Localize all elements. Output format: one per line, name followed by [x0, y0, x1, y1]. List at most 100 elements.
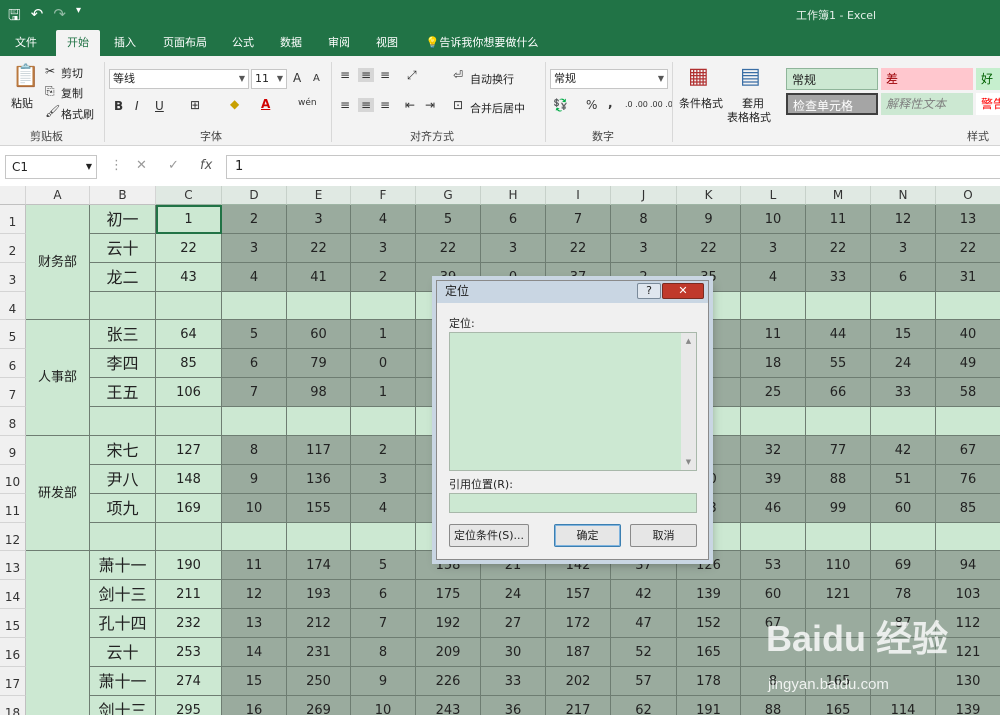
- data-cell[interactable]: 13: [222, 609, 287, 638]
- data-cell[interactable]: 88: [741, 696, 806, 715]
- redo-icon[interactable]: ↷: [53, 5, 66, 30]
- data-cell[interactable]: 33: [871, 378, 936, 407]
- align-center-icon[interactable]: ≡: [358, 98, 375, 112]
- data-cell[interactable]: [222, 523, 287, 551]
- data-cell[interactable]: 12: [871, 205, 936, 234]
- name-cell[interactable]: 剑十三: [90, 580, 156, 609]
- data-cell[interactable]: 155: [287, 494, 351, 523]
- name-cell[interactable]: [90, 292, 156, 320]
- tab-view[interactable]: 视图: [372, 30, 402, 56]
- data-cell[interactable]: 212: [287, 609, 351, 638]
- column-header[interactable]: N: [871, 186, 936, 205]
- name-cell[interactable]: [90, 407, 156, 436]
- customize-qat-icon[interactable]: ▾: [76, 5, 81, 30]
- data-cell[interactable]: 243: [416, 696, 481, 715]
- goto-list[interactable]: ▲ ▼: [449, 332, 697, 471]
- data-cell[interactable]: 46: [741, 494, 806, 523]
- data-cell[interactable]: 79: [287, 349, 351, 378]
- conditional-format-icon[interactable]: ▦: [688, 64, 709, 89]
- help-button[interactable]: ?: [637, 283, 661, 299]
- comma-button[interactable]: ,: [608, 96, 613, 110]
- data-cell[interactable]: 18: [741, 349, 806, 378]
- conditional-format-button[interactable]: 条件格式: [679, 95, 723, 111]
- wrap-text-icon[interactable]: ⏎: [453, 68, 463, 82]
- data-cell[interactable]: 191: [677, 696, 741, 715]
- data-cell[interactable]: 178: [677, 667, 741, 696]
- data-cell[interactable]: 121: [806, 580, 871, 609]
- data-cell[interactable]: 5: [351, 551, 416, 580]
- tab-formulas[interactable]: 公式: [228, 30, 258, 56]
- row-header[interactable]: 10: [0, 465, 26, 494]
- data-cell[interactable]: 269: [287, 696, 351, 715]
- row-header[interactable]: 1: [0, 205, 26, 234]
- data-cell[interactable]: 4: [222, 263, 287, 292]
- data-cell[interactable]: 165: [677, 638, 741, 667]
- row-header[interactable]: 12: [0, 523, 26, 551]
- number-format-select[interactable]: 常规 ▼: [550, 69, 668, 89]
- data-cell[interactable]: 193: [287, 580, 351, 609]
- font-size-select[interactable]: 11 ▼: [251, 69, 287, 89]
- data-cell[interactable]: 43: [156, 263, 222, 292]
- data-cell[interactable]: 27: [481, 609, 546, 638]
- font-name-select[interactable]: 等线 ▼: [109, 69, 249, 89]
- data-cell[interactable]: 22: [936, 234, 1000, 263]
- shrink-font-icon[interactable]: A: [313, 73, 320, 84]
- data-cell[interactable]: 11: [222, 551, 287, 580]
- data-cell[interactable]: 9: [351, 667, 416, 696]
- style-bad[interactable]: 差: [881, 68, 973, 90]
- data-cell[interactable]: 66: [806, 378, 871, 407]
- bold-button[interactable]: B: [114, 99, 123, 113]
- data-cell[interactable]: 139: [936, 696, 1000, 715]
- data-cell[interactable]: 60: [741, 580, 806, 609]
- data-cell[interactable]: 22: [677, 234, 741, 263]
- data-cell[interactable]: 1: [351, 378, 416, 407]
- data-cell[interactable]: 52: [611, 638, 677, 667]
- row-header[interactable]: 14: [0, 580, 26, 609]
- data-cell[interactable]: 1: [351, 320, 416, 349]
- data-cell[interactable]: 39: [741, 465, 806, 494]
- data-cell[interactable]: 8: [351, 638, 416, 667]
- data-cell[interactable]: 94: [936, 551, 1000, 580]
- currency-icon[interactable]: 💱: [553, 98, 568, 112]
- name-cell[interactable]: 龙二: [90, 263, 156, 292]
- data-cell[interactable]: [156, 292, 222, 320]
- scroll-up-icon[interactable]: ▲: [681, 337, 696, 345]
- column-header[interactable]: E: [287, 186, 351, 205]
- percent-button[interactable]: %: [586, 98, 597, 112]
- data-cell[interactable]: 53: [741, 551, 806, 580]
- data-cell[interactable]: [287, 292, 351, 320]
- row-header[interactable]: 4: [0, 292, 26, 320]
- row-header[interactable]: 8: [0, 407, 26, 436]
- cancel-icon[interactable]: ✕: [136, 158, 147, 173]
- list-scrollbar[interactable]: ▲ ▼: [681, 333, 696, 470]
- tab-home[interactable]: 开始: [56, 30, 100, 56]
- name-cell[interactable]: 王五: [90, 378, 156, 407]
- data-cell[interactable]: 0: [351, 349, 416, 378]
- name-cell[interactable]: 剑十三: [90, 696, 156, 715]
- enter-icon[interactable]: ✓: [168, 158, 179, 173]
- orientation-icon[interactable]: ⤢: [407, 68, 417, 83]
- data-cell[interactable]: [806, 407, 871, 436]
- data-cell[interactable]: 2: [351, 436, 416, 465]
- tab-page-layout[interactable]: 页面布局: [160, 30, 210, 56]
- data-cell[interactable]: 110: [806, 551, 871, 580]
- data-cell[interactable]: 58: [936, 378, 1000, 407]
- data-cell[interactable]: 77: [806, 436, 871, 465]
- ok-button[interactable]: 确定: [554, 524, 621, 547]
- data-cell[interactable]: 139: [677, 580, 741, 609]
- underline-button[interactable]: U: [155, 99, 164, 113]
- data-cell[interactable]: 44: [806, 320, 871, 349]
- data-cell[interactable]: 3: [351, 465, 416, 494]
- data-cell[interactable]: 98: [287, 378, 351, 407]
- data-cell[interactable]: 9: [222, 465, 287, 494]
- data-cell[interactable]: [806, 292, 871, 320]
- data-cell[interactable]: 40: [936, 320, 1000, 349]
- data-cell[interactable]: 5: [222, 320, 287, 349]
- data-cell[interactable]: 148: [156, 465, 222, 494]
- data-cell[interactable]: 217: [546, 696, 611, 715]
- data-cell[interactable]: 12: [222, 580, 287, 609]
- name-box[interactable]: C1 ▼: [5, 155, 97, 179]
- data-cell[interactable]: 7: [546, 205, 611, 234]
- data-cell[interactable]: 36: [481, 696, 546, 715]
- decrease-indent-icon[interactable]: ⇤: [405, 98, 415, 112]
